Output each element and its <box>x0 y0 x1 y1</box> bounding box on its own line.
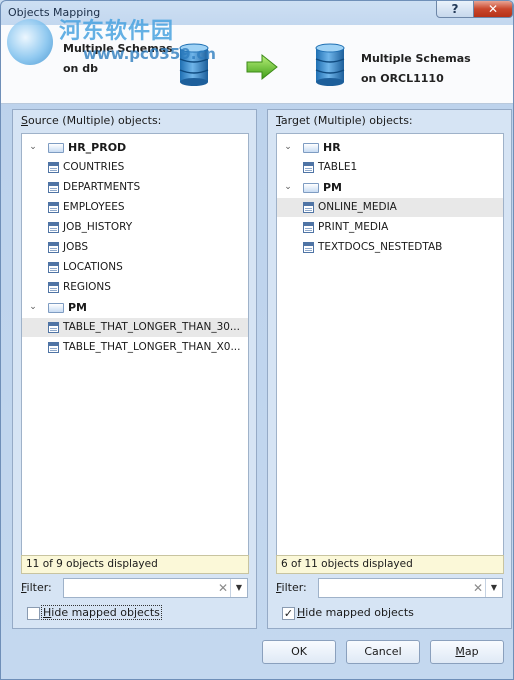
tree-node-label: TABLE1 <box>318 161 358 173</box>
tree-node-label: TABLE_THAT_LONGER_THAN_X0... <box>63 341 241 353</box>
clear-icon[interactable]: ✕ <box>218 581 228 595</box>
tree-table-node[interactable]: JOB_HISTORY <box>22 218 248 237</box>
table-icon <box>303 242 314 253</box>
watermark-url: www.pc0359.cn <box>83 45 216 63</box>
table-icon <box>48 322 59 333</box>
tree-table-node[interactable]: LOCATIONS <box>22 258 248 277</box>
cancel-button[interactable]: Cancel <box>346 640 420 664</box>
tree-node-label: JOBS <box>63 241 89 253</box>
tree-table-node[interactable]: EMPLOYEES <box>22 198 248 217</box>
source-hide-mapped-checkbox[interactable] <box>27 607 40 620</box>
table-icon <box>48 222 59 233</box>
tree-table-node[interactable]: TABLE_THAT_LONGER_THAN_X0... <box>22 338 248 357</box>
clear-icon[interactable]: ✕ <box>473 581 483 595</box>
watermark-logo-icon <box>7 19 53 65</box>
tree-node-label: EMPLOYEES <box>63 201 125 213</box>
tree-table-node[interactable]: COUNTRIES <box>22 158 248 177</box>
table-icon <box>303 202 314 213</box>
source-panel-title: Source (Multiple) objects: <box>21 114 162 127</box>
close-button[interactable]: ✕ <box>473 1 513 18</box>
schema-folder-icon <box>303 143 319 153</box>
table-icon <box>48 342 59 353</box>
table-icon <box>48 162 59 173</box>
tree-table-node[interactable]: DEPARTMENTS <box>22 178 248 197</box>
right-arrow-icon <box>246 53 278 81</box>
tree-node-label: LOCATIONS <box>63 261 123 273</box>
table-icon <box>303 162 314 173</box>
objects-mapping-dialog: Objects Mapping ? ✕ Multiple Schemas on … <box>0 0 514 680</box>
target-hide-mapped-checkbox[interactable]: ✓ <box>282 607 295 620</box>
target-schema-line2: on ORCL1110 <box>361 72 444 85</box>
tree-node-label: HR_PROD <box>68 141 127 154</box>
schema-folder-icon <box>303 183 319 193</box>
tree-node-label: REGIONS <box>63 281 111 293</box>
table-icon <box>303 222 314 233</box>
source-status: 11 of 9 objects displayed <box>21 555 249 574</box>
source-tree[interactable]: ⌄ HR_PROD COUNTRIES DEPARTMENTS EMPLOYEES JOB… <box>21 133 249 563</box>
tree-node-label: TEXTDOCS_NESTEDTAB <box>318 241 443 253</box>
source-hide-mapped-label[interactable]: Hide mapped objects <box>41 605 162 620</box>
tree-table-node[interactable]: PRINT_MEDIA <box>277 218 503 237</box>
target-status: 6 of 11 objects displayed <box>276 555 504 574</box>
source-filter-label: Filter: <box>21 581 52 594</box>
chevron-down-icon[interactable]: ▼ <box>230 579 247 597</box>
tree-node-label: PM <box>68 301 88 314</box>
tree-node-label: TABLE_THAT_LONGER_THAN_30... <box>63 321 240 333</box>
tree-schema-node[interactable]: ⌄ HR_PROD <box>22 138 248 157</box>
tree-schema-node[interactable]: ⌄ PM <box>22 298 248 317</box>
collapse-icon[interactable]: ⌄ <box>283 182 293 192</box>
watermark-brand: 河东软件园 <box>59 19 175 44</box>
tree-table-node[interactable]: JOBS <box>22 238 248 257</box>
source-filter-input[interactable]: ✕ ▼ <box>63 578 248 598</box>
tree-node-label: JOB_HISTORY <box>63 221 133 233</box>
target-database-icon <box>315 43 345 86</box>
table-icon <box>48 242 59 253</box>
collapse-icon[interactable]: ⌄ <box>28 302 38 312</box>
schema-folder-icon <box>48 143 64 153</box>
tree-node-label: HR <box>323 141 341 154</box>
table-icon <box>48 282 59 293</box>
tree-node-label: COUNTRIES <box>63 161 125 173</box>
tree-schema-node[interactable]: ⌄ PM <box>277 178 503 197</box>
map-button[interactable]: Map <box>430 640 504 664</box>
tree-table-node[interactable]: TABLE_THAT_LONGER_THAN_30... <box>22 318 248 337</box>
target-panel-title: Target (Multiple) objects: <box>276 114 413 127</box>
watermark: 河东软件园 www.pc0359.cn <box>7 9 216 69</box>
ok-button[interactable]: OK <box>262 640 336 664</box>
target-panel: Target (Multiple) objects: ⌄ HR TABLE1 ⌄ PM O… <box>267 109 512 629</box>
tree-schema-node[interactable]: ⌄ HR <box>277 138 503 157</box>
table-icon <box>48 262 59 273</box>
target-tree[interactable]: ⌄ HR TABLE1 ⌄ PM ONLINE_MEDIA PRINT_MEDIA TEXTD… <box>276 133 504 563</box>
target-filter-label: Filter: <box>276 581 307 594</box>
table-icon <box>48 202 59 213</box>
tree-table-node[interactable]: TEXTDOCS_NESTEDTAB <box>277 238 503 257</box>
tree-node-label: PM <box>323 181 343 194</box>
target-schema-caption: Multiple Schemas on ORCL1110 <box>361 49 471 89</box>
schema-folder-icon <box>48 303 64 313</box>
tree-node-label: DEPARTMENTS <box>63 181 141 193</box>
chevron-down-icon[interactable]: ▼ <box>485 579 502 597</box>
tree-table-node[interactable]: TABLE1 <box>277 158 503 177</box>
table-icon <box>48 182 59 193</box>
tree-table-node[interactable]: REGIONS <box>22 278 248 297</box>
target-schema-line1: Multiple Schemas <box>361 52 471 65</box>
target-filter-input[interactable]: ✕ ▼ <box>318 578 503 598</box>
collapse-icon[interactable]: ⌄ <box>28 142 38 152</box>
tree-node-label: ONLINE_MEDIA <box>318 201 397 213</box>
help-button[interactable]: ? <box>436 1 474 18</box>
collapse-icon[interactable]: ⌄ <box>283 142 293 152</box>
target-hide-mapped-label[interactable]: Hide mapped objects <box>297 606 414 619</box>
tree-node-label: PRINT_MEDIA <box>318 221 389 233</box>
source-panel: Source (Multiple) objects: ⌄ HR_PROD COUNT… <box>12 109 257 629</box>
tree-table-node[interactable]: ONLINE_MEDIA <box>277 198 503 217</box>
